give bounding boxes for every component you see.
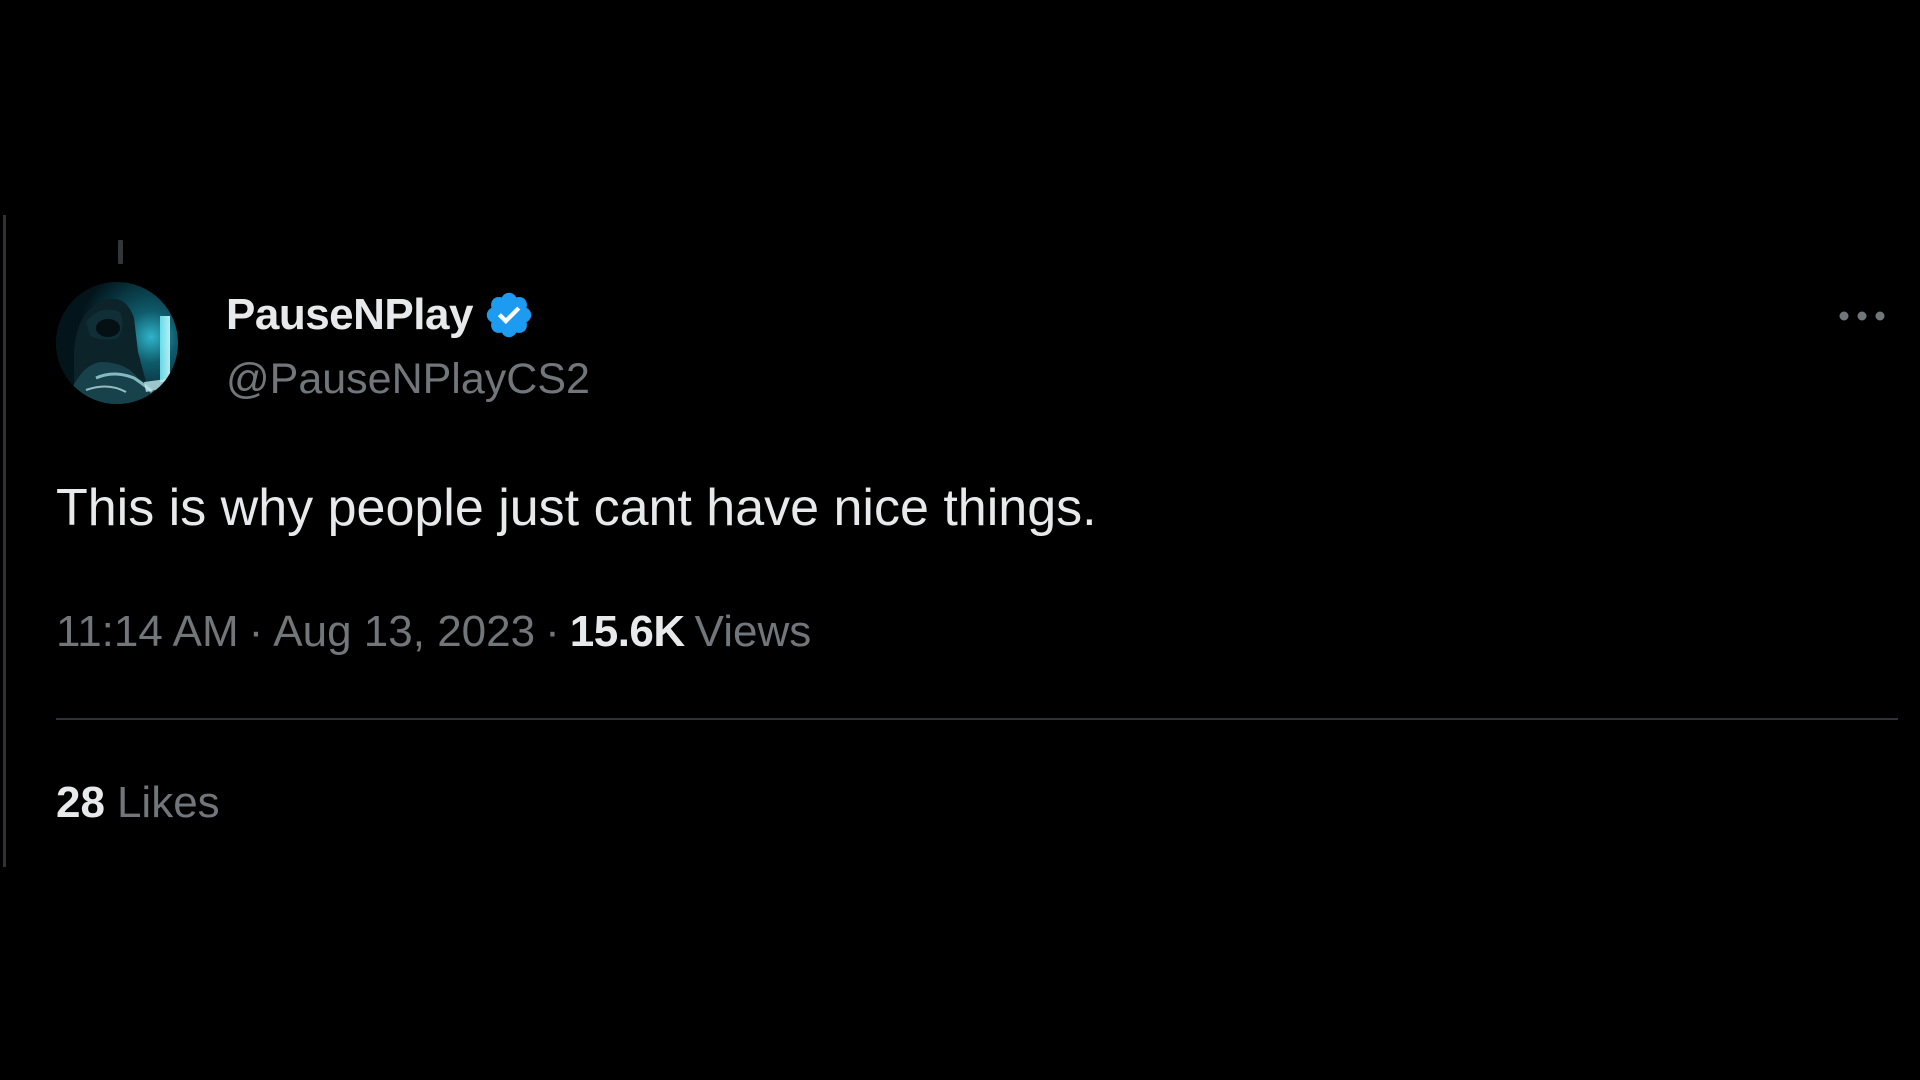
likes-link[interactable]: 28 Likes	[56, 778, 220, 828]
views-label[interactable]: Views	[695, 607, 812, 657]
hooded-figure-avatar-icon	[56, 282, 178, 404]
likes-label[interactable]: Likes	[117, 778, 220, 828]
tweet-metadata: 11:14 AM · Aug 13, 2023 · 15.6K Views	[56, 607, 811, 657]
more-horizontal-icon	[1839, 311, 1885, 321]
tweet-time[interactable]: 11:14 AM	[56, 607, 239, 657]
tweet-card[interactable]: PauseNPlay @PauseNPlayCS2 This is why pe…	[0, 215, 1920, 867]
display-name[interactable]: PauseNPlay	[226, 290, 473, 340]
more-options-button[interactable]	[1836, 296, 1888, 336]
verified-badge-icon[interactable]	[483, 289, 535, 341]
separator: ·	[248, 607, 264, 656]
avatar[interactable]	[56, 282, 178, 404]
tweet-date[interactable]: Aug 13, 2023	[273, 607, 535, 657]
page: PauseNPlay @PauseNPlayCS2 This is why pe…	[0, 0, 1920, 1080]
separator: ·	[545, 607, 560, 656]
likes-count[interactable]: 28	[56, 778, 105, 828]
thread-border	[3, 215, 6, 867]
tweet-text: This is why people just cant have nice t…	[56, 479, 1097, 537]
thread-connector-line	[118, 240, 123, 264]
author-name-row[interactable]: PauseNPlay	[226, 289, 535, 341]
author-handle[interactable]: @PauseNPlayCS2	[226, 355, 590, 404]
divider	[56, 718, 1898, 720]
views-count[interactable]: 15.6K	[570, 607, 685, 657]
